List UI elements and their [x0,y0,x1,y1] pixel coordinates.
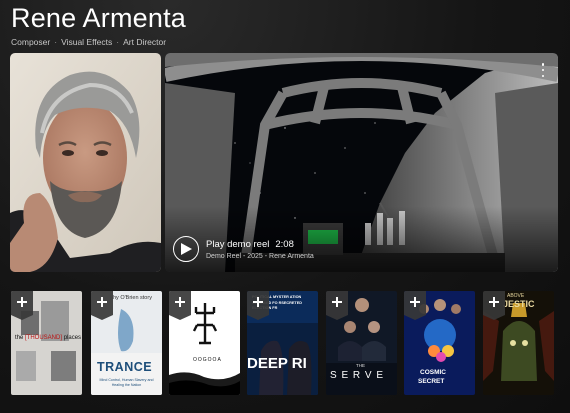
credit-card[interactable]: ABOVE JESTIC [483,291,554,395]
credit-card[interactable]: the [THOUSAND] places [11,291,82,395]
credit-card[interactable]: hy O'Brien story TRANCE Mind Control, Hu… [91,291,162,395]
poster-subtitle: Mind Control, Human Slavery and Healing … [99,378,154,387]
profile-roles: Composer · Visual Effects · Art Director [11,37,166,47]
add-icon[interactable] [483,291,505,320]
add-icon[interactable] [404,291,426,320]
role-separator: · [54,37,58,47]
play-demo-reel-label[interactable]: Play demo reel 2:08 [206,239,294,250]
add-icon[interactable] [169,291,191,320]
play-icon[interactable] [173,236,199,262]
poster-title: OOGOOA [193,357,222,363]
add-icon[interactable] [247,291,269,320]
video-duration: 2:08 [275,239,294,250]
demo-reel-player[interactable]: Play demo reel 2:08 Demo Reel - 2025 - Re… [165,53,558,272]
poster-tagline: hy O'Brien story [113,295,152,301]
poster-title: TRANCE [97,360,153,374]
role-composer: Composer [11,37,51,47]
credit-card[interactable]: THE S E R V E [326,291,397,395]
credits-row: the [THOUSAND] places hy O'Brien story T… [11,291,570,395]
portrait-image [10,53,161,272]
poster-title-line2: JESTIC [503,299,535,309]
role-separator: · [116,37,120,47]
credit-card[interactable]: POLITICAL MYSTER ATION ALLOWED FO RSECRE… [247,291,318,395]
add-icon[interactable] [11,291,33,320]
more-options-icon[interactable] [538,63,548,77]
poster-title: the [THOUSAND] places [15,335,82,341]
poster-label-small: THE [356,363,365,368]
poster-title: S E R V E [330,370,385,381]
poster-title: DEEP RI [247,355,307,372]
profile-name: Rene Armenta [11,3,186,33]
add-icon[interactable] [326,291,348,320]
add-icon[interactable] [91,291,113,320]
poster-title: COSMIC [420,369,446,376]
role-art-director: Art Director [123,37,167,47]
profile-photo [10,53,161,272]
video-subtitle: Demo Reel - 2025 - Rene Armenta [206,253,314,260]
play-demo-reel-text: Play demo reel [206,239,270,250]
credit-card[interactable]: COSMIC SECRET [404,291,475,395]
role-visual-effects: Visual Effects [61,37,113,47]
poster-title-line2: SECRET [418,378,445,385]
credit-card[interactable]: OOGOOA [169,291,240,395]
